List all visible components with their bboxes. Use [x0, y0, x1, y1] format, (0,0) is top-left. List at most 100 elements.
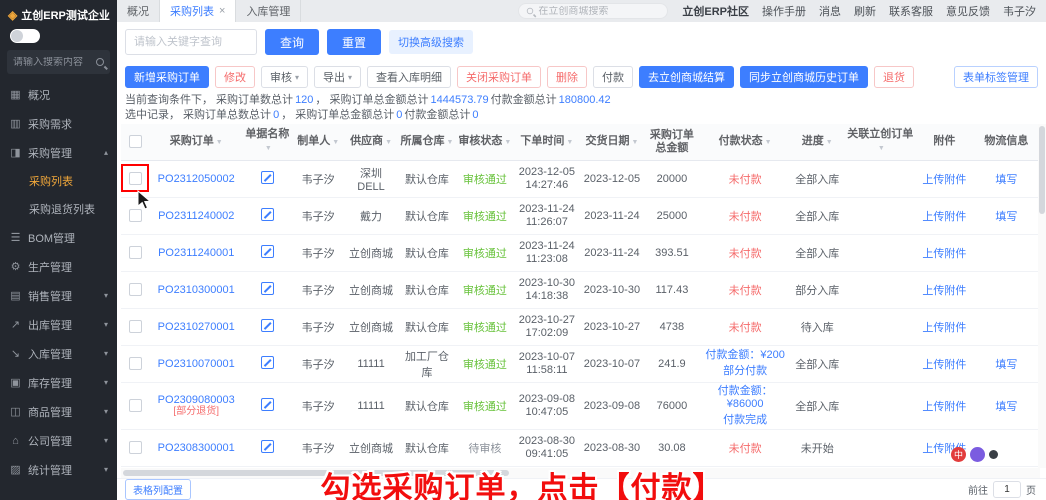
col-header-deliver-date[interactable]: 交货日期 ▼ [580, 124, 644, 161]
tab-purchase-list[interactable]: 采购列表 × [160, 0, 237, 22]
po-link[interactable]: PO2311240002 [158, 210, 234, 222]
close-icon[interactable]: × [219, 5, 225, 17]
sidebar-item-purchase-management[interactable]: ◨ 采购管理 ▴ [0, 138, 117, 167]
row-checkbox[interactable] [128, 246, 142, 259]
column-config-button[interactable]: 表格列配置 [125, 479, 191, 500]
edit-icon[interactable] [260, 397, 274, 411]
row-checkbox[interactable] [128, 209, 142, 222]
edit-icon[interactable] [260, 170, 274, 184]
upload-attachment-link[interactable]: 上传附件 [922, 285, 966, 297]
link-manual[interactable]: 操作手册 [762, 3, 806, 19]
col-header-maker[interactable]: 制单人 ▼ [291, 124, 345, 161]
po-link[interactable]: PO2310270001 [158, 321, 235, 333]
upload-attachment-link[interactable]: 上传附件 [922, 211, 966, 223]
sidebar-item-inventory[interactable]: ▣ 库存管理 ▾ [0, 368, 117, 397]
sidebar-item-production[interactable]: ⚙ 生产管理 [0, 252, 117, 281]
edit-icon[interactable] [260, 207, 274, 221]
col-header-linked-order[interactable]: 关联立创订单▼ [844, 124, 916, 161]
row-checkbox[interactable] [128, 441, 142, 454]
upload-attachment-link[interactable]: 上传附件 [922, 359, 966, 371]
col-header-warehouse[interactable]: 所属仓库 ▼ [397, 124, 457, 161]
sidebar-item-goods[interactable]: ◫ 商品管理 ▾ [0, 397, 117, 426]
filter-icon[interactable]: ▼ [385, 139, 392, 146]
reset-button[interactable]: 重置 [327, 29, 382, 55]
po-link[interactable]: PO2311240001 [158, 247, 234, 259]
scrollbar-thumb[interactable] [1039, 126, 1045, 214]
sidebar-item-overview[interactable]: ▦ 概况 [0, 80, 117, 109]
col-header-total-amount[interactable]: 采购订单总金额 [643, 124, 701, 161]
page-number-input[interactable] [993, 481, 1021, 498]
row-checkbox[interactable] [128, 283, 142, 296]
row-checkbox[interactable] [128, 172, 142, 185]
row-checkbox[interactable] [128, 320, 142, 333]
export-dropdown-button[interactable]: 导出 ▾ [314, 66, 362, 88]
view-inbound-detail-button[interactable]: 查看入库明细 [367, 66, 452, 88]
logistics-fill-link[interactable]: 填写 [995, 211, 1017, 223]
add-purchase-order-button[interactable]: 新增采购订单 [125, 66, 209, 88]
search-icon[interactable] [96, 58, 104, 66]
edit-icon[interactable] [260, 244, 274, 258]
filter-icon[interactable]: ▼ [446, 139, 453, 146]
col-header-order-time[interactable]: 下单时间 ▼ [513, 124, 581, 161]
mall-search[interactable] [518, 3, 669, 19]
col-header-pay-status[interactable]: 付款状态 ▼ [700, 124, 790, 161]
filter-icon[interactable]: ▼ [878, 145, 885, 152]
close-purchase-order-button[interactable]: 关闭采购订单 [457, 66, 542, 88]
tab-inbound[interactable]: 入库管理 [236, 0, 302, 22]
filter-icon[interactable]: ▼ [216, 139, 223, 146]
theme-toggle[interactable] [10, 29, 40, 43]
sidebar-item-company[interactable]: ⌂ 公司管理 ▾ [0, 426, 117, 455]
row-checkbox[interactable] [128, 357, 142, 370]
filter-icon[interactable]: ▼ [826, 139, 833, 146]
link-feedback[interactable]: 意见反馈 [946, 3, 990, 19]
logistics-fill-link[interactable]: 填写 [995, 401, 1017, 413]
sidebar-item-inbound[interactable]: ↘ 入库管理 ▾ [0, 339, 117, 368]
col-header-po[interactable]: 采购订单 ▼ [149, 124, 243, 161]
sidebar-item-purchase-demand[interactable]: ▥ 采购需求 [0, 109, 117, 138]
sidebar-search[interactable] [7, 50, 110, 74]
col-header-audit-status[interactable]: 审核状态 ▼ [456, 124, 514, 161]
link-erp-community[interactable]: 立创ERP社区 [682, 3, 749, 19]
link-refresh[interactable]: 刷新 [854, 3, 876, 19]
pay-button[interactable]: 付款 [593, 66, 634, 88]
filter-icon[interactable]: ▼ [765, 139, 772, 146]
col-header-supplier[interactable]: 供应商 ▼ [344, 124, 398, 161]
sidebar-search-input[interactable] [13, 56, 96, 68]
mall-search-input[interactable] [538, 5, 661, 17]
logistics-fill-link[interactable]: 填写 [995, 359, 1017, 371]
filter-icon[interactable]: ▼ [631, 139, 638, 146]
vertical-scrollbar[interactable] [1038, 124, 1046, 468]
sidebar-item-sales[interactable]: ▤ 销售管理 ▾ [0, 281, 117, 310]
sidebar-item-outbound[interactable]: ↗ 出库管理 ▾ [0, 310, 117, 339]
sidebar-item-purchase-list[interactable]: 采购列表 [0, 167, 117, 195]
upload-attachment-link[interactable]: 上传附件 [922, 401, 966, 413]
form-tag-manage-button[interactable]: 表单标签管理 [954, 66, 1038, 88]
sync-mall-orders-button[interactable]: 同步立创商城历史订单 [740, 66, 869, 88]
upload-attachment-link[interactable]: 上传附件 [922, 248, 966, 260]
filter-icon[interactable]: ▼ [566, 139, 573, 146]
po-link[interactable]: PO2312050002 [158, 173, 235, 185]
keyword-search-input[interactable] [125, 29, 257, 55]
po-link[interactable]: PO2309080003 [158, 394, 235, 406]
sidebar-item-statistics[interactable]: ▨ 统计管理 ▾ [0, 455, 117, 484]
advanced-search-toggle[interactable]: 切换高级搜索 [389, 30, 474, 54]
logistics-fill-link[interactable]: 填写 [995, 174, 1017, 186]
sidebar-item-purchase-return-list[interactable]: 采购退货列表 [0, 195, 117, 223]
sidebar-item-bom[interactable]: ☰ BOM管理 [0, 223, 117, 252]
edit-icon[interactable] [260, 281, 274, 295]
edit-icon[interactable] [260, 318, 274, 332]
filter-icon[interactable]: ▼ [265, 145, 272, 152]
edit-button[interactable]: 修改 [215, 66, 255, 88]
search-button[interactable]: 查询 [265, 29, 320, 55]
widget-dot-icon[interactable] [989, 450, 998, 459]
row-checkbox[interactable] [128, 399, 142, 412]
filter-icon[interactable]: ▼ [332, 139, 339, 146]
assistant-extension-icon[interactable] [970, 447, 985, 462]
delete-button[interactable]: 删除 [547, 66, 588, 88]
tab-overview[interactable]: 概况 [117, 0, 160, 22]
audit-dropdown-button[interactable]: 审核 ▾ [261, 66, 309, 88]
po-link[interactable]: PO2310300001 [158, 284, 235, 296]
filter-icon[interactable]: ▼ [504, 139, 511, 146]
col-header-progress[interactable]: 进度 ▼ [789, 124, 845, 161]
refund-button[interactable]: 退货 [874, 66, 915, 88]
